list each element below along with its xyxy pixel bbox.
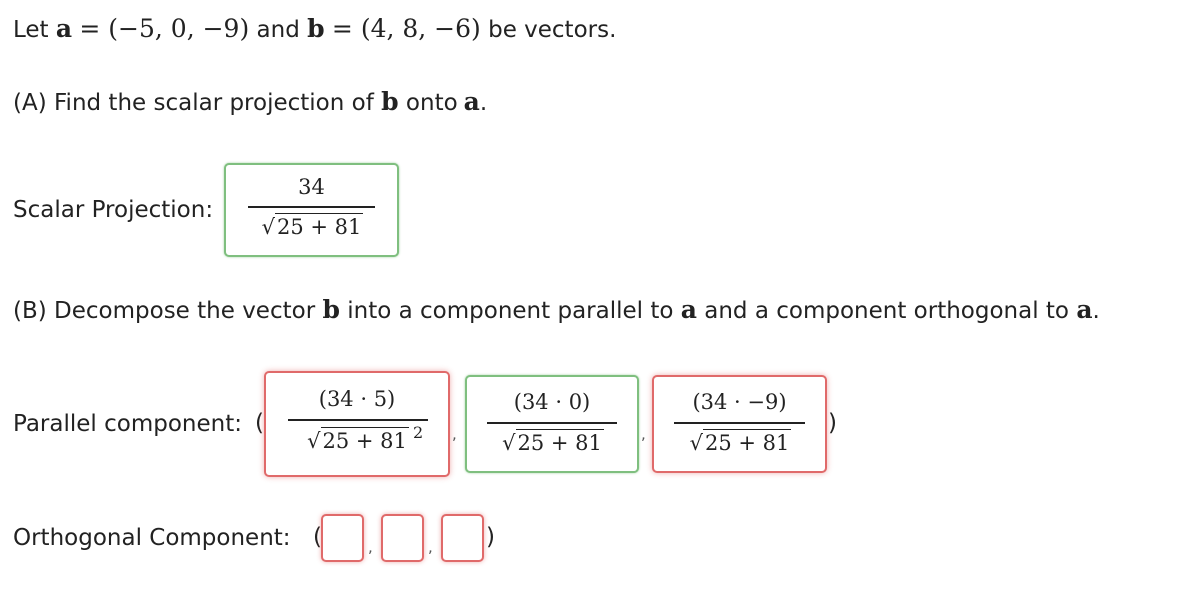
fraction-bar [674, 422, 805, 424]
part-a-b-symbol: b [381, 87, 399, 116]
part-a-text: (A) Find the scalar projection of [13, 90, 374, 116]
denominator-exponent: 2 [413, 423, 424, 442]
part-a-onto: onto [405, 90, 458, 116]
vector-a-value: = (−5, 0, −9) [79, 14, 250, 43]
part-b-a-symbol: a [680, 295, 697, 324]
radicand: 25 + 81 [703, 429, 792, 455]
part-a-question: (A) Find the scalar projection of b onto… [13, 87, 487, 116]
fraction-numerator: (34 · 5) [318, 387, 396, 411]
fraction-bar [487, 422, 617, 424]
parallel-component-label: Parallel component: [13, 411, 242, 437]
sqrt-symbol: √ [261, 215, 275, 239]
radicand: 25 + 81 [275, 213, 364, 239]
orthogonal-close-paren: ) [486, 524, 495, 550]
orthogonal-component-label: Orthogonal Component: [13, 525, 291, 551]
intro-prefix: Let [13, 17, 49, 43]
parallel-close-paren: ) [828, 410, 837, 436]
parallel-z-answer-box[interactable]: (34 · −9) √25 + 81 [652, 375, 827, 473]
orthogonal-comma-2: , [428, 538, 433, 556]
scalar-projection-answer-box[interactable]: 34 √25 + 81 [224, 163, 399, 257]
orthogonal-x-input[interactable] [321, 514, 364, 562]
part-a-period: . [479, 90, 488, 116]
parallel-comma-2: , [641, 425, 646, 443]
fraction-numerator: (34 · 0) [513, 390, 591, 414]
sqrt-symbol: √ [502, 431, 516, 455]
fraction-numerator: (34 · −9) [692, 390, 787, 414]
fraction-denominator: √25 + 81 [467, 429, 637, 456]
scalar-projection-label: Scalar Projection: [13, 197, 214, 223]
vector-b-symbol: b [307, 14, 325, 43]
problem-statement: Let a = (−5, 0, −9) and b = (4, 8, −6) b… [13, 14, 616, 43]
part-b-text: (B) Decompose the vector [13, 298, 316, 324]
intro-and: and [256, 17, 300, 43]
part-b-b-symbol: b [322, 295, 340, 324]
parallel-y-answer-box[interactable]: (34 · 0) √25 + 81 [465, 375, 639, 473]
orthogonal-z-input[interactable] [441, 514, 484, 562]
part-b-a-symbol-2: a [1076, 295, 1093, 324]
part-b-text-orthogonal: and a component orthogonal to [704, 298, 1070, 324]
parallel-x-answer-box[interactable]: (34 · 5) √25 + 81 2 [264, 371, 450, 477]
fraction-denominator: √25 + 81 [654, 429, 825, 456]
fraction-bar [248, 206, 375, 208]
orthogonal-y-input[interactable] [381, 514, 424, 562]
radicand: 25 + 81 [320, 427, 409, 453]
fraction-denominator: √25 + 81 [226, 213, 397, 240]
sqrt-symbol: √ [689, 431, 703, 455]
fraction-bar [288, 419, 428, 421]
part-a-a-symbol: a [463, 87, 480, 116]
vector-a-symbol: a [55, 14, 73, 43]
part-b-question: (B) Decompose the vector b into a compon… [13, 295, 1100, 324]
sqrt-symbol: √ [307, 429, 321, 453]
fraction-numerator: 34 [298, 175, 325, 199]
intro-suffix: be vectors. [488, 17, 617, 43]
vector-b-value: = (4, 8, −6) [331, 14, 481, 43]
part-b-text-parallel: into a component parallel to [347, 298, 674, 324]
orthogonal-comma-1: , [368, 538, 373, 556]
part-b-period: . [1092, 298, 1100, 324]
radicand: 25 + 81 [515, 429, 604, 455]
parallel-comma-1: , [452, 425, 457, 443]
parallel-open-paren: ( [255, 410, 264, 436]
